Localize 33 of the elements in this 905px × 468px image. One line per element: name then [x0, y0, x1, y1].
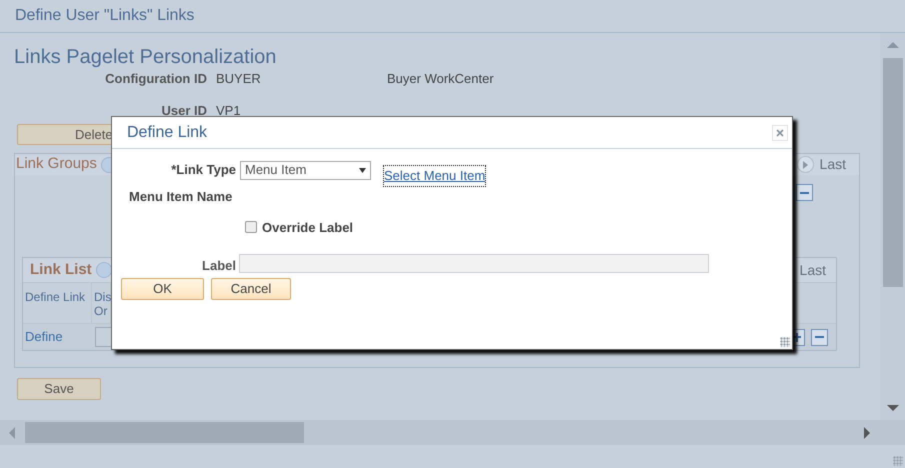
caret-icon: [359, 168, 366, 172]
field-label: Menu Item Name: [129, 188, 234, 206]
remove-row-button[interactable]: [796, 184, 813, 201]
checkbox-label: Override Label: [262, 218, 354, 236]
horizontal-scrollbar[interactable]: [0, 420, 905, 445]
define-link[interactable]: Define: [23, 327, 95, 347]
help-icon[interactable]: [96, 262, 112, 278]
select-menu-item-link[interactable]: Select Menu Item: [384, 166, 486, 186]
page-title: Define User "Links" Links: [15, 6, 194, 26]
close-icon: [776, 128, 784, 136]
field-label: Label: [201, 257, 236, 275]
section-title: Link Groups: [16, 154, 97, 174]
field-description: Buyer WorkCenter: [387, 70, 494, 88]
resize-grip-icon[interactable]: [780, 337, 790, 347]
vertical-scrollbar[interactable]: [880, 33, 905, 420]
last-link[interactable]: Last: [800, 260, 826, 280]
override-label-checkbox[interactable]: [245, 221, 257, 234]
column-header: Define Link: [23, 283, 92, 323]
last-link[interactable]: Last: [820, 154, 846, 175]
field-value: VP1: [216, 102, 242, 120]
page-heading: Links Pagelet Personalization: [14, 45, 278, 70]
resize-grip-icon[interactable]: [893, 456, 903, 466]
dialog-button[interactable]: Cancel: [211, 278, 291, 300]
section-title: Link List: [30, 260, 92, 280]
link-type-select[interactable]: Menu Item: [240, 160, 371, 180]
close-button[interactable]: [772, 124, 788, 140]
field-label: User ID: [160, 102, 207, 120]
field-value: BUYER: [216, 70, 262, 88]
save-button[interactable]: Save: [17, 378, 101, 400]
next-icon[interactable]: [796, 156, 814, 173]
field-label: *Link Type: [170, 161, 236, 180]
field-label: Configuration ID: [104, 70, 207, 88]
dialog-button[interactable]: OK: [121, 278, 204, 300]
